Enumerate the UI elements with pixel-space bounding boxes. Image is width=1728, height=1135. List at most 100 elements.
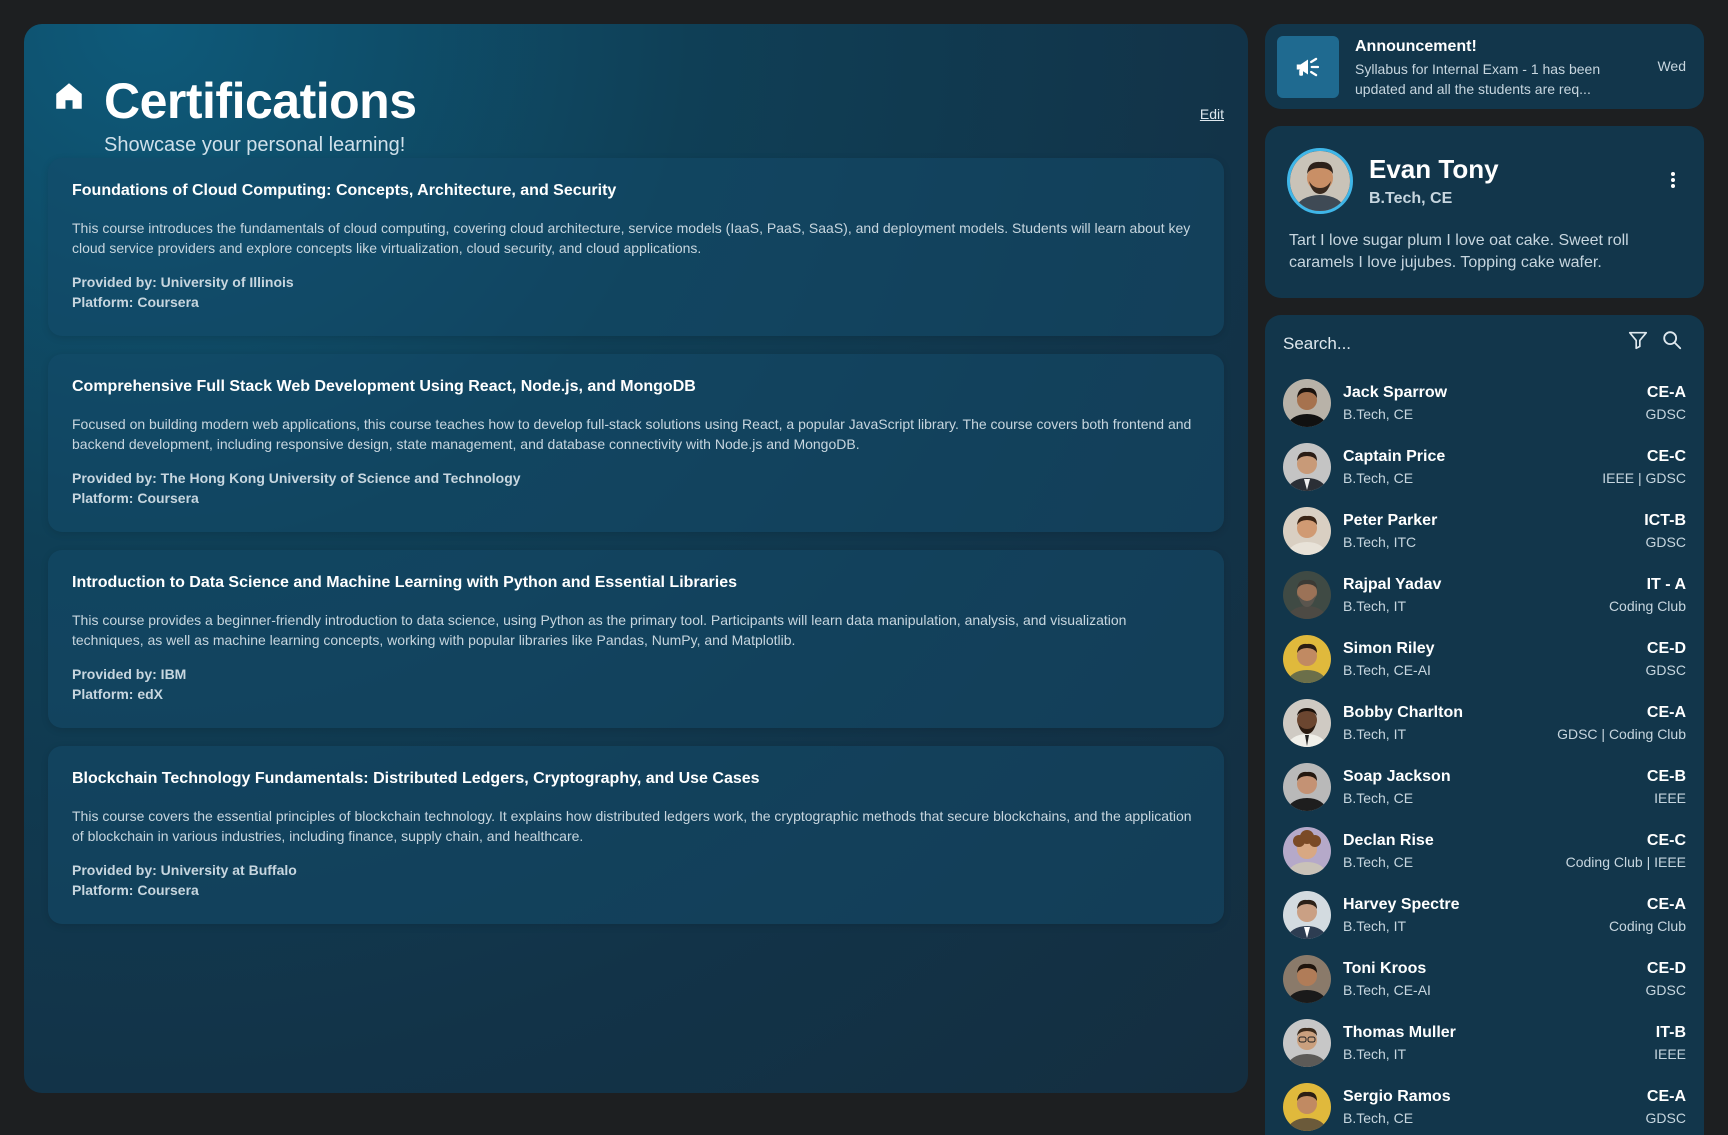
person-name: Captain Price bbox=[1343, 448, 1446, 465]
person-class: IT-B bbox=[1655, 1024, 1686, 1041]
person-class: IT - A bbox=[1646, 576, 1686, 593]
person-class: CE-A bbox=[1646, 896, 1686, 913]
page-header: Certifications Showcase your personal le… bbox=[24, 24, 1248, 174]
course-title: Comprehensive Full Stack Web Development… bbox=[72, 378, 696, 395]
page-title: Certifications bbox=[104, 73, 417, 129]
person-name: Bobby Charlton bbox=[1343, 704, 1463, 721]
course-provider: Provided by: The Hong Kong University of… bbox=[72, 470, 521, 486]
profile-program: B.Tech, CE bbox=[1369, 190, 1453, 207]
profile-card: Evan Tony B.Tech, CE Tart I love sugar p… bbox=[1265, 126, 1704, 298]
list-item[interactable]: Thomas Muller B.Tech, IT IT-B IEEE bbox=[1265, 1011, 1704, 1075]
certifications-panel: Certifications Showcase your personal le… bbox=[24, 24, 1248, 1093]
course-title: Foundations of Cloud Computing: Concepts… bbox=[72, 182, 617, 199]
person-program: B.Tech, IT bbox=[1343, 598, 1407, 614]
course-description: Focused on building modern web applicati… bbox=[72, 416, 1192, 452]
person-class: CE-D bbox=[1646, 960, 1686, 977]
person-class: CE-C bbox=[1646, 448, 1686, 465]
avatar bbox=[1283, 763, 1331, 811]
avatar bbox=[1283, 891, 1331, 939]
person-class: CE-A bbox=[1646, 1088, 1686, 1105]
course-card[interactable]: Blockchain Technology Fundamentals: Dist… bbox=[48, 746, 1224, 924]
list-item[interactable]: Toni Kroos B.Tech, CE-AI CE-D GDSC bbox=[1265, 947, 1704, 1011]
announcement-text: Syllabus for Internal Exam - 1 has been … bbox=[1355, 61, 1601, 97]
person-name: Toni Kroos bbox=[1343, 960, 1427, 977]
course-card[interactable]: Introduction to Data Science and Machine… bbox=[48, 550, 1224, 728]
person-program: B.Tech, IT bbox=[1343, 1046, 1407, 1062]
avatar bbox=[1283, 955, 1331, 1003]
person-clubs: Coding Club | IEEE bbox=[1565, 854, 1686, 870]
person-program: B.Tech, IT bbox=[1343, 918, 1407, 934]
avatar bbox=[1283, 1019, 1331, 1067]
course-title: Introduction to Data Science and Machine… bbox=[72, 574, 737, 591]
person-program: B.Tech, CE bbox=[1343, 1110, 1414, 1126]
person-name: Rajpal Yadav bbox=[1343, 576, 1442, 593]
person-class: CE-A bbox=[1646, 704, 1686, 721]
course-platform: Platform: edX bbox=[72, 686, 164, 702]
person-clubs: GDSC bbox=[1645, 662, 1686, 678]
person-class: CE-C bbox=[1646, 832, 1686, 849]
course-description: This course covers the essential princip… bbox=[72, 808, 1192, 844]
person-program: B.Tech, CE bbox=[1343, 790, 1414, 806]
people-panel: Jack Sparrow B.Tech, CE CE-A GDSC Captai… bbox=[1265, 315, 1704, 1135]
person-clubs: Coding Club bbox=[1608, 598, 1686, 614]
course-title: Blockchain Technology Fundamentals: Dist… bbox=[72, 770, 760, 787]
person-clubs: GDSC bbox=[1645, 1110, 1686, 1126]
list-item[interactable]: Rajpal Yadav B.Tech, IT IT - A Coding Cl… bbox=[1265, 563, 1704, 627]
announcement-icon-box bbox=[1277, 36, 1339, 98]
person-clubs: GDSC bbox=[1645, 406, 1686, 422]
course-description: This course introduces the fundamentals … bbox=[72, 220, 1191, 256]
avatar bbox=[1283, 827, 1331, 875]
course-platform: Platform: Coursera bbox=[72, 490, 199, 506]
person-program: B.Tech, CE bbox=[1343, 854, 1414, 870]
person-name: Jack Sparrow bbox=[1343, 384, 1448, 401]
course-card[interactable]: Comprehensive Full Stack Web Development… bbox=[48, 354, 1224, 532]
person-clubs: Coding Club bbox=[1608, 918, 1686, 934]
home-icon[interactable] bbox=[52, 79, 86, 113]
person-class: ICT-B bbox=[1644, 512, 1686, 529]
person-name: Thomas Muller bbox=[1343, 1024, 1456, 1041]
list-item[interactable]: Harvey Spectre B.Tech, IT CE-A Coding Cl… bbox=[1265, 883, 1704, 947]
course-provider: Provided by: IBM bbox=[72, 666, 187, 682]
list-item[interactable]: Jack Sparrow B.Tech, CE CE-A GDSC bbox=[1265, 371, 1704, 435]
list-item[interactable]: Sergio Ramos B.Tech, CE CE-A GDSC bbox=[1265, 1075, 1704, 1135]
announcement-day: Wed bbox=[1657, 58, 1686, 74]
list-item[interactable]: Captain Price B.Tech, CE CE-C IEEE | GDS… bbox=[1265, 435, 1704, 499]
more-options-icon[interactable] bbox=[1668, 170, 1678, 194]
person-name: Simon Riley bbox=[1343, 640, 1435, 657]
avatar[interactable] bbox=[1287, 148, 1353, 214]
profile-name: Evan Tony bbox=[1369, 154, 1499, 184]
person-clubs: GDSC bbox=[1645, 534, 1686, 550]
list-item[interactable]: Soap Jackson B.Tech, CE CE-B IEEE bbox=[1265, 755, 1704, 819]
megaphone-icon bbox=[1296, 57, 1320, 77]
person-class: CE-B bbox=[1646, 768, 1686, 785]
course-description: This course provides a beginner-friendly… bbox=[72, 612, 1127, 648]
search-icon[interactable] bbox=[1661, 329, 1683, 351]
announcement-title: Announcement! bbox=[1355, 38, 1477, 55]
person-name: Soap Jackson bbox=[1343, 768, 1451, 785]
person-clubs: GDSC | Coding Club bbox=[1557, 726, 1686, 742]
person-clubs: IEEE bbox=[1654, 790, 1686, 806]
person-program: B.Tech, CE-AI bbox=[1343, 662, 1431, 678]
person-class: CE-A bbox=[1646, 384, 1686, 401]
list-item[interactable]: Declan Rise B.Tech, CE CE-C Coding Club … bbox=[1265, 819, 1704, 883]
course-platform: Platform: Coursera bbox=[72, 294, 199, 310]
person-program: B.Tech, CE bbox=[1343, 406, 1414, 422]
course-provider: Provided by: University of Illinois bbox=[72, 274, 294, 290]
person-program: B.Tech, CE-AI bbox=[1343, 982, 1431, 998]
person-clubs: IEEE bbox=[1654, 1046, 1686, 1062]
person-name: Declan Rise bbox=[1343, 832, 1434, 849]
list-item[interactable]: Peter Parker B.Tech, ITC ICT-B GDSC bbox=[1265, 499, 1704, 563]
search-input[interactable] bbox=[1283, 329, 1583, 359]
person-program: B.Tech, ITC bbox=[1343, 534, 1417, 550]
list-item[interactable]: Simon Riley B.Tech, CE-AI CE-D GDSC bbox=[1265, 627, 1704, 691]
profile-bio: Tart I love sugar plum I love oat cake. … bbox=[1289, 232, 1629, 271]
person-class: CE-D bbox=[1646, 640, 1686, 657]
edit-link[interactable]: Edit bbox=[1200, 106, 1224, 122]
filter-icon[interactable] bbox=[1627, 329, 1649, 351]
person-program: B.Tech, IT bbox=[1343, 726, 1407, 742]
avatar bbox=[1283, 699, 1331, 747]
course-provider: Provided by: University at Buffalo bbox=[72, 862, 297, 878]
course-card[interactable]: Foundations of Cloud Computing: Concepts… bbox=[48, 158, 1224, 336]
list-item[interactable]: Bobby Charlton B.Tech, IT CE-A GDSC | Co… bbox=[1265, 691, 1704, 755]
announcement-card[interactable]: Announcement! Syllabus for Internal Exam… bbox=[1265, 24, 1704, 109]
